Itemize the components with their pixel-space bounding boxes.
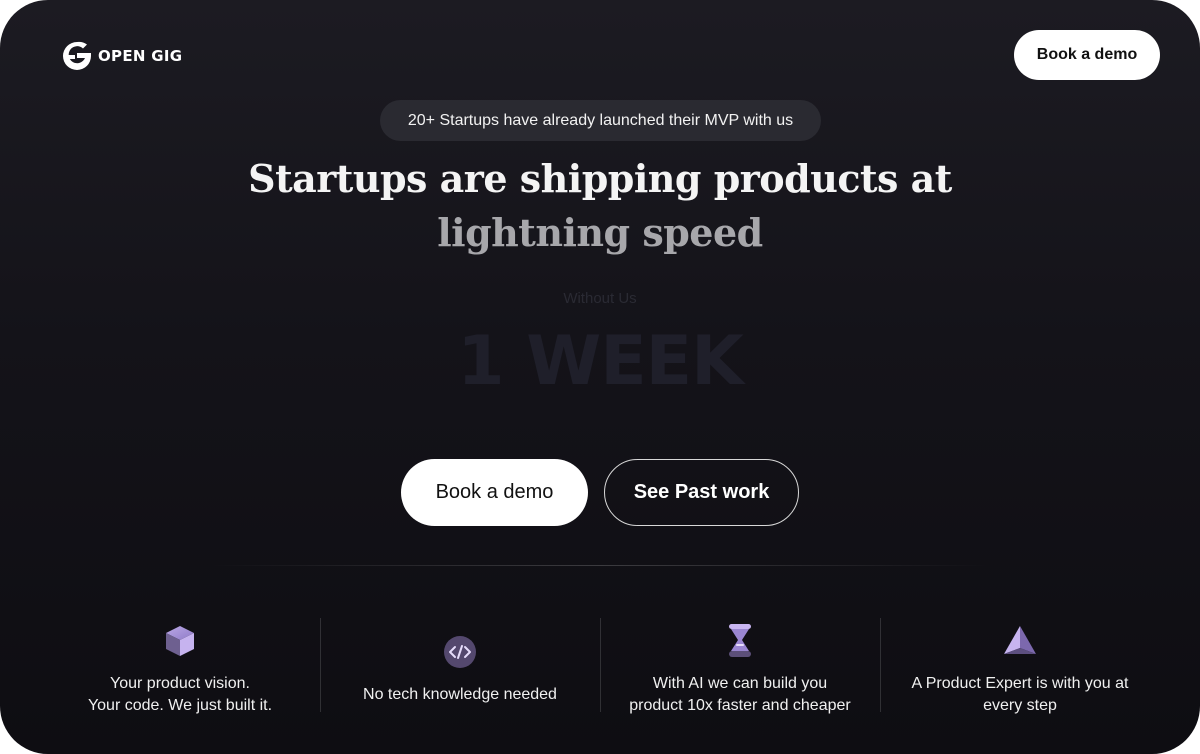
- feature-item: No tech knowledge needed: [320, 600, 600, 740]
- feature-item: A Product Expert is with you at every st…: [880, 600, 1160, 740]
- comparison-label: Without Us: [563, 290, 637, 307]
- open-gig-logo-icon: [63, 41, 91, 70]
- feature-list: Your product vision. Your code. We just …: [40, 600, 1160, 740]
- headline-line-1: Startups are shipping products at: [248, 156, 952, 201]
- logo[interactable]: OPEN GIG: [60, 39, 182, 73]
- feature-text: A Product Expert is with you at every st…: [911, 675, 1129, 714]
- feature-text: No tech knowledge needed: [363, 686, 557, 703]
- hero-cta-group: Book a demo See Past work: [401, 459, 799, 526]
- social-proof-badge: 20+ Startups have already launched their…: [380, 100, 821, 141]
- landing-page: OPEN GIG Book a demo 20+ Startups have a…: [0, 0, 1200, 754]
- feature-text: With AI we can build you product 10x fas…: [629, 675, 851, 714]
- headline-line-2: lightning speed: [437, 210, 763, 255]
- feature-item: Your product vision. Your code. We just …: [40, 600, 320, 740]
- book-demo-button[interactable]: Book a demo: [401, 459, 588, 526]
- logo-text: OPEN GIG: [98, 47, 183, 65]
- comparison-value: 1 WEEK: [457, 322, 744, 401]
- code-icon: [444, 636, 476, 668]
- hourglass-icon: [729, 624, 751, 657]
- hero-headline: Startups are shipping products at lightn…: [200, 152, 1000, 260]
- cube-icon: [166, 626, 194, 656]
- feature-item: With AI we can build you product 10x fas…: [600, 600, 880, 740]
- book-demo-button-header[interactable]: Book a demo: [1014, 30, 1160, 80]
- section-divider: [210, 565, 990, 566]
- see-past-work-button[interactable]: See Past work: [604, 459, 799, 526]
- feature-text: Your product vision. Your code. We just …: [87, 675, 273, 714]
- pyramid-icon: [1004, 626, 1036, 654]
